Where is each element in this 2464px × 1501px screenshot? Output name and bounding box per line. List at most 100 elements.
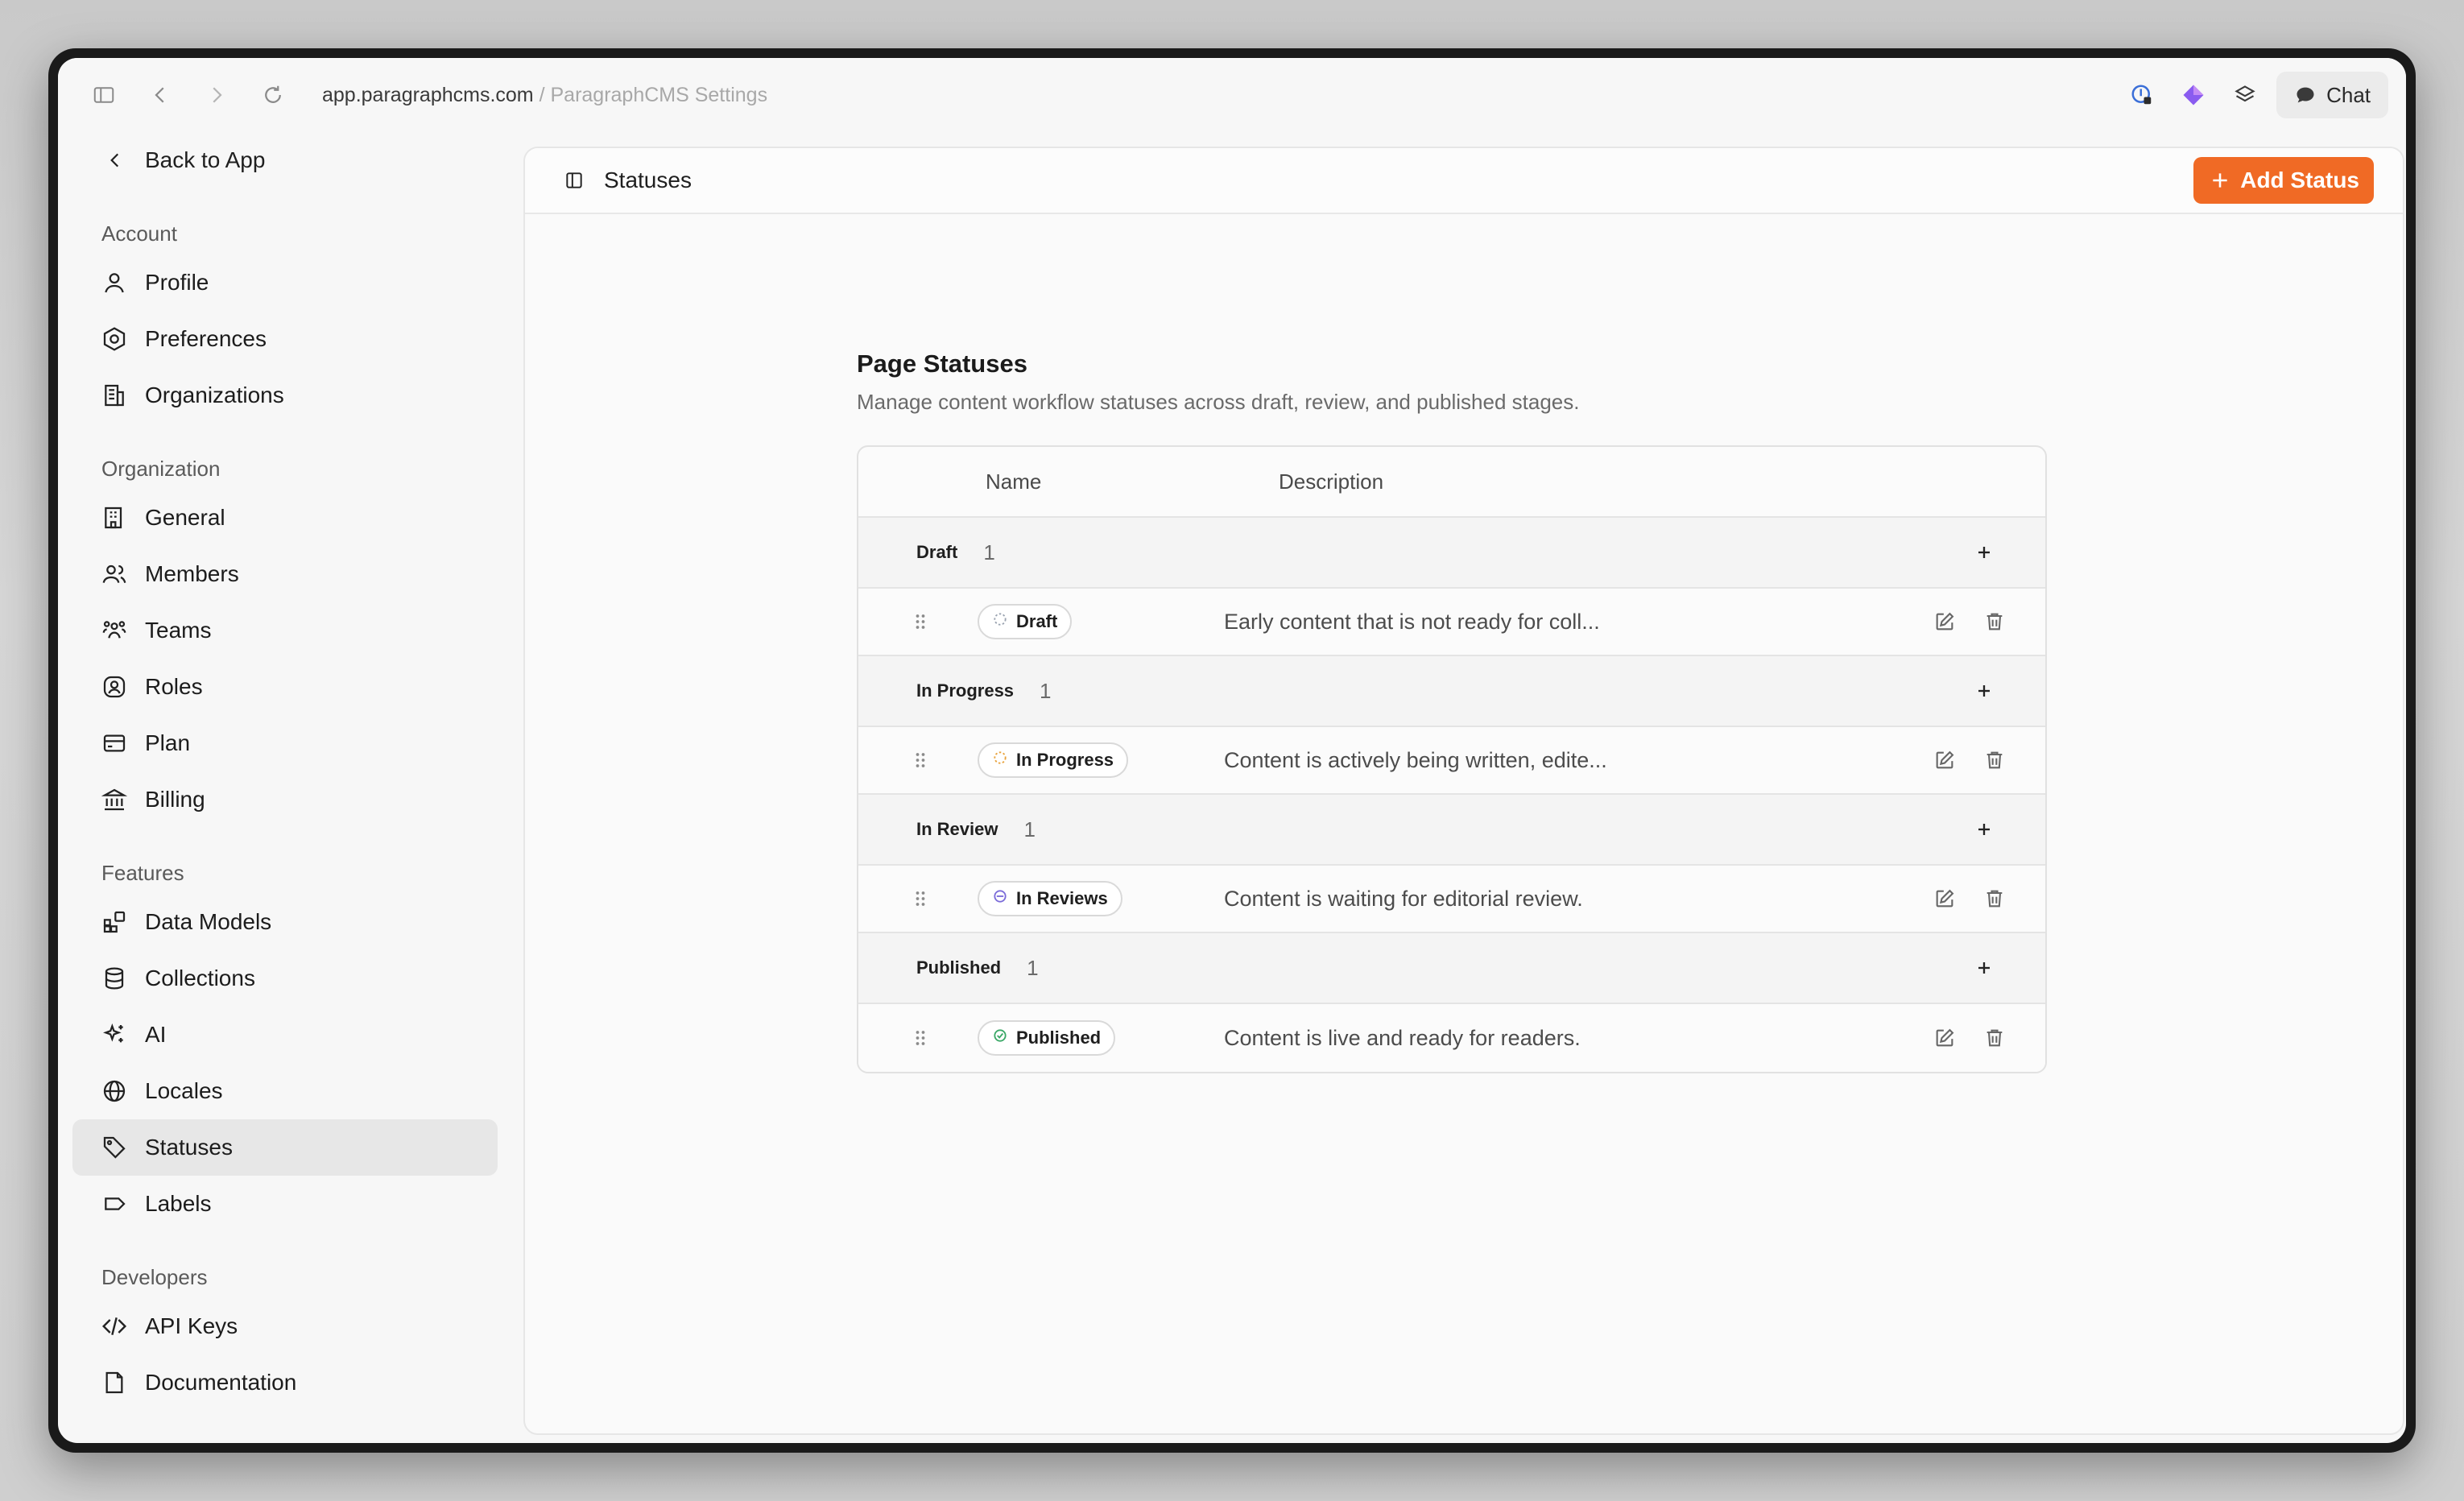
sidebar-item-statuses[interactable]: Statuses [72,1119,498,1176]
panel-header: Statuses Add Status [525,148,2403,214]
sidebar-item-label: Preferences [145,326,267,351]
add-status-label: Add Status [2240,167,2359,192]
status-description: Content is live and ready for readers. [1224,1025,1581,1050]
sidebar-item-documentation[interactable]: Documentation [72,1354,498,1411]
sidebar-item-label: Data Models [145,909,272,934]
edit-icon[interactable] [1933,1026,1957,1050]
table-row[interactable]: In Reviews Content is waiting for editori… [858,866,2045,933]
sidebar-item-roles[interactable]: Roles [72,659,498,715]
group-label-developers: Developers [101,1264,208,1289]
sidebar-item-general[interactable]: General [72,490,498,546]
drag-handle-icon[interactable] [908,610,932,634]
sidebar-item-collections[interactable]: Collections [72,950,498,1007]
status-description: Content is actively being written, edite… [1224,747,1607,772]
statuses-content: Page Statuses Manage content workflow st… [857,349,2065,1073]
edit-icon[interactable] [1933,610,1957,634]
card-icon [103,734,126,752]
doc-icon [105,1371,123,1394]
sidebar-item-label: Members [145,561,239,586]
edit-icon[interactable] [1933,887,1957,911]
sidebar-item-label: Roles [145,674,203,699]
sidebar-item-label: Teams [145,618,212,643]
blocks-icon [103,911,126,933]
back-icon[interactable] [132,67,188,123]
dashed-circle-icon [992,611,1008,632]
status-badge-label: Published [1016,1028,1102,1048]
sidebar-item-organizations[interactable]: Organizations [72,367,498,424]
group-count: 1 [1040,678,1052,703]
screen: app.paragraphcms.com / ParagraphCMS Sett… [58,58,2406,1443]
group-name: In Progress [916,680,1015,701]
globe-icon [103,1080,126,1102]
add-to-group-icon[interactable] [1971,817,1997,842]
column-description: Description [1279,469,1384,494]
group-header-row: In Review 1 [858,795,2045,866]
status-badge-label: In Progress [1016,750,1114,770]
password-extension-icon[interactable] [2122,75,2162,115]
gem-extension-icon[interactable] [2173,75,2214,115]
reload-icon[interactable] [245,67,301,123]
sidebar-toggle-icon[interactable] [76,67,132,123]
status-badge-label: In Reviews [1016,888,1108,908]
status-badge: In Progress [978,742,1129,778]
trash-icon[interactable] [1982,748,2007,772]
drag-handle-icon[interactable] [908,887,932,911]
sidebar-item-members[interactable]: Members [72,546,498,602]
add-to-group-icon[interactable] [1971,678,1997,704]
add-status-button[interactable]: Add Status [2193,157,2374,204]
back-to-app-link[interactable]: Back to App [72,132,494,188]
browser-toolbar: app.paragraphcms.com / ParagraphCMS Sett… [58,58,2406,132]
tag-icon [103,1136,126,1159]
forward-icon[interactable] [188,67,245,123]
sidebar-item-label: Documentation [145,1370,297,1395]
group-count: 1 [1027,955,1039,980]
sidebar-item-profile[interactable]: Profile [72,254,498,311]
group-count: 1 [1023,817,1036,841]
main-panel: Statuses Add Status Page Statuses Manage… [523,147,2404,1435]
status-badge: Draft [978,604,1073,639]
chat-button[interactable]: Chat [2276,72,2388,118]
sidebar-item-ai[interactable]: AI [72,1007,498,1063]
database-icon [105,967,124,990]
group-name: In Review [916,819,998,839]
drag-handle-icon[interactable] [908,1026,932,1050]
sidebar-item-preferences[interactable]: Preferences [72,311,498,367]
minus-circle-icon [992,888,1008,909]
address-bar[interactable]: app.paragraphcms.com / ParagraphCMS Sett… [322,84,767,107]
sidebar-item-label: Profile [145,270,209,295]
sidebar-item-plan[interactable]: Plan [72,715,498,771]
sidebar-item-label: Statuses [145,1135,233,1160]
check-circle-icon [992,1028,1008,1048]
trash-icon[interactable] [1982,610,2007,634]
trash-icon[interactable] [1982,1026,2007,1050]
group-label-organization: Organization [101,456,221,481]
add-to-group-icon[interactable] [1971,955,1997,981]
url-separator: / [533,83,551,106]
edit-icon[interactable] [1933,748,1957,772]
table-row[interactable]: Published Content is live and ready for r… [858,1004,2045,1072]
status-badge-label: Draft [1016,611,1058,631]
building-icon [105,384,124,407]
add-to-group-icon[interactable] [1971,540,1997,565]
sidebar-item-teams[interactable]: Teams [72,602,498,659]
trash-icon[interactable] [1982,887,2007,911]
sidebar-item-label: Labels [145,1191,212,1216]
sidebar-item-label: Billing [145,787,205,812]
layers-extension-icon[interactable] [2225,75,2265,115]
page-subtitle: Manage content workflow statuses across … [857,390,1580,414]
drag-handle-icon[interactable] [908,748,932,772]
status-description: Content is waiting for editorial review. [1224,886,1583,911]
sidebar-item-api-keys[interactable]: API Keys [72,1298,498,1354]
sidebar-item-labels[interactable]: Labels [72,1176,498,1232]
table-row[interactable]: Draft Early content that is not ready for… [858,589,2045,656]
group-header-row: Published 1 [858,933,2045,1004]
sidebar-item-data-models[interactable]: Data Models [72,894,498,950]
sidebar-item-label: Organizations [145,382,284,407]
panel-toggle-icon[interactable] [564,170,585,191]
sidebar-item-locales[interactable]: Locales [72,1063,498,1119]
table-row[interactable]: In Progress Content is actively being wri… [858,727,2045,795]
sidebar-item-label: API Keys [145,1313,238,1338]
panel-title: Statuses [604,167,692,192]
sidebar-item-label: Collections [145,966,255,990]
sidebar-item-billing[interactable]: Billing [72,771,498,828]
